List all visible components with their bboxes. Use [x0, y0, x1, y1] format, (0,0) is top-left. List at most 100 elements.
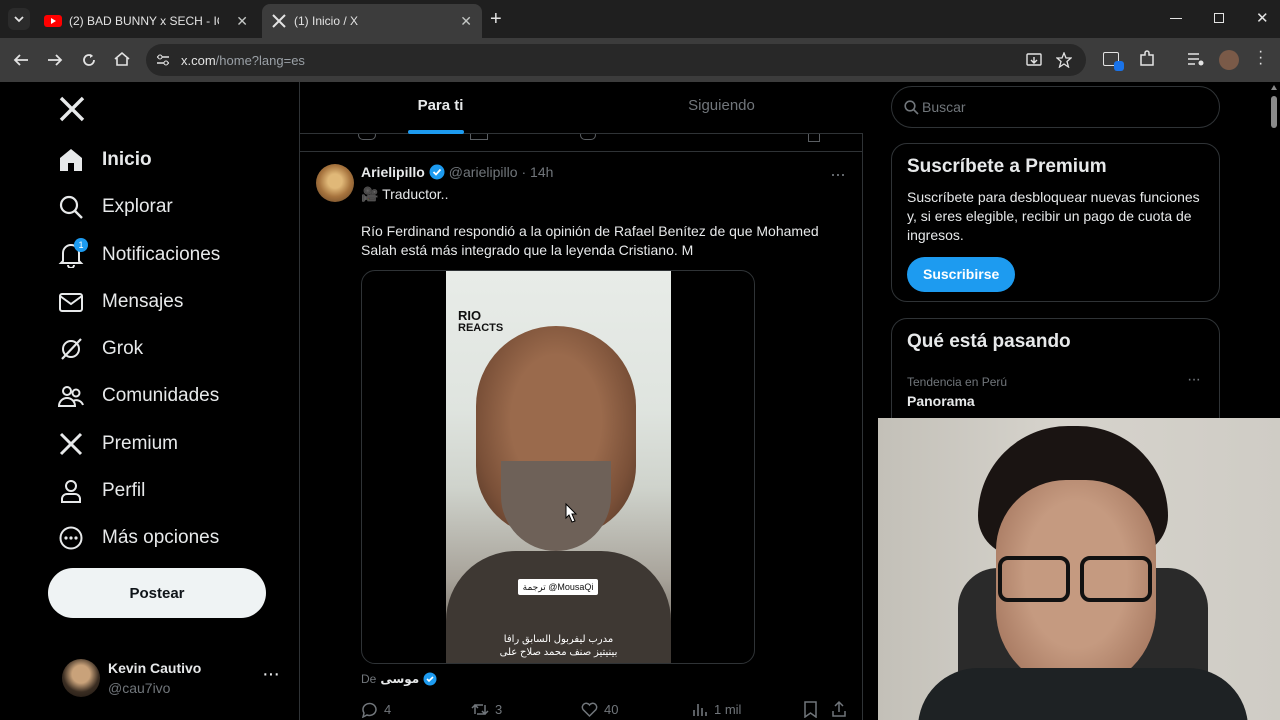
sidebar-item-inicio[interactable]: Inicio: [58, 142, 152, 178]
sidebar-item-grok[interactable]: Grok: [58, 331, 143, 367]
sidebar-item-mensajes[interactable]: Mensajes: [58, 284, 183, 320]
heart-icon: [581, 702, 598, 718]
tweet-author-avatar[interactable]: [316, 164, 354, 202]
profile-avatar[interactable]: [1219, 50, 1239, 70]
account-more-icon[interactable]: ···: [262, 663, 280, 686]
x-logo-icon[interactable]: [59, 96, 85, 122]
views-chart-icon: [693, 704, 707, 716]
sidebar-item-notificaciones[interactable]: 1 Notificaciones: [58, 237, 220, 273]
search-icon: [59, 195, 83, 219]
sidebar-item-label: Grok: [102, 338, 144, 359]
views-count: 1 mil: [714, 702, 742, 717]
communities-icon: [58, 386, 84, 407]
sidebar-item-mas-opciones[interactable]: Más opciones: [58, 520, 219, 556]
puzzle-icon[interactable]: [1138, 50, 1156, 68]
install-app-icon[interactable]: [1026, 52, 1042, 68]
like-button[interactable]: 40: [581, 701, 618, 718]
search-icon: [904, 100, 919, 115]
repost-icon: [471, 703, 489, 716]
close-window-button[interactable]: ✕: [1256, 9, 1269, 27]
bookmark-star-icon[interactable]: [1056, 52, 1072, 68]
forward-arrow-icon[interactable]: [46, 51, 64, 69]
trend-context: Tendencia en Perú: [907, 375, 1008, 389]
views-button[interactable]: 1 mil: [691, 701, 741, 718]
sidebar-item-label: Notificaciones: [102, 244, 221, 265]
trend-item[interactable]: Tendencia en Perú Panorama ···: [907, 371, 1207, 409]
sidebar-item-explorar[interactable]: Explorar: [58, 189, 173, 225]
extension-icon[interactable]: [1103, 52, 1124, 71]
tab-list-dropdown-button[interactable]: [8, 8, 30, 30]
sidebar: Inicio Explorar 1 Notificaciones Mensaje…: [0, 82, 298, 720]
x-logo-icon: [59, 432, 83, 456]
like-count: 40: [604, 702, 619, 717]
sidebar-item-perfil[interactable]: Perfil: [58, 473, 145, 509]
trend-topic: Panorama: [907, 393, 975, 409]
tweet-source: De موسى: [361, 672, 437, 686]
tab-title: (1) Inicio / X: [294, 14, 359, 28]
reply-icon: [361, 702, 377, 718]
sidebar-item-label: Perfil: [102, 480, 146, 501]
new-tab-button[interactable]: +: [490, 8, 502, 31]
address-bar[interactable]: x.com/home?lang=es: [146, 44, 1086, 76]
repost-button[interactable]: 3: [471, 701, 502, 718]
trends-title: Qué está pasando: [907, 331, 1071, 352]
sidebar-item-label: Premium: [102, 433, 179, 454]
tweet-video[interactable]: RIO REACTS ترجمة @MousaQi مدرب ليفربول ا…: [361, 270, 755, 664]
trend-more-icon[interactable]: ···: [1187, 371, 1201, 389]
reply-count: 4: [384, 702, 392, 717]
more-circle-icon: [59, 526, 83, 550]
subscribe-button[interactable]: Suscribirse: [907, 257, 1016, 292]
home-icon: [60, 149, 82, 171]
sidebar-item-comunidades[interactable]: Comunidades: [58, 378, 219, 414]
source-name[interactable]: موسى: [380, 672, 419, 686]
home-icon[interactable]: [113, 50, 131, 68]
video-logo-line: REACTS: [458, 322, 504, 334]
tab-para-ti[interactable]: Para ti: [300, 82, 581, 134]
media-control-icon[interactable]: [1187, 51, 1205, 67]
video-subject-beard: [501, 461, 611, 551]
video-caption: مدرب ليفربول السابق رافا بينيتيز صنف محم…: [446, 633, 671, 659]
grok-icon: [61, 338, 82, 360]
close-tab-icon[interactable]: ✕: [460, 13, 472, 30]
video-caption-line: مدرب ليفربول السابق رافا: [503, 634, 614, 645]
share-icon[interactable]: [831, 700, 847, 718]
active-tab-indicator: [408, 130, 464, 134]
reply-button[interactable]: 4: [361, 701, 391, 718]
webcam-glasses-left: [998, 556, 1070, 602]
scrollbar-thumb[interactable]: [1271, 96, 1277, 128]
tweet-author-name[interactable]: Arielipillo: [361, 164, 425, 180]
sidebar-item-label: Inicio: [102, 149, 152, 170]
tweet-author-handle[interactable]: @arielipillo: [449, 164, 518, 180]
browser-tab-x[interactable]: (1) Inicio / X ✕: [262, 4, 482, 38]
repost-count: 3: [495, 702, 503, 717]
from-label: De: [361, 672, 377, 686]
back-arrow-icon[interactable]: [12, 51, 30, 69]
sidebar-item-premium[interactable]: Premium: [58, 426, 178, 462]
tab-title: (2) BAD BUNNY x SECH - IGNORANTE: [69, 14, 219, 28]
minimize-button[interactable]: [1170, 18, 1182, 19]
reload-icon[interactable]: [80, 51, 98, 69]
page-scrollbar[interactable]: [1268, 82, 1280, 418]
restore-button[interactable]: [1214, 13, 1224, 23]
browser-menu-icon[interactable]: · · ·: [1258, 44, 1263, 72]
close-tab-icon[interactable]: ✕: [236, 13, 248, 30]
post-button[interactable]: Postear: [48, 568, 266, 618]
bookmark-icon[interactable]: [803, 701, 818, 718]
tweet[interactable]: Arielipillo @arielipillo · 14h ··· 🎥 Tra…: [300, 152, 863, 720]
search-input[interactable]: Buscar: [891, 86, 1220, 128]
tweet-more-icon[interactable]: ···: [830, 164, 846, 185]
browser-tab-youtube[interactable]: (2) BAD BUNNY x SECH - IGNORANTE ✕: [34, 4, 258, 38]
premium-body: Suscríbete para desbloquear nuevas funci…: [907, 189, 1200, 243]
account-handle: @cau7ivo: [108, 680, 171, 696]
scrollbar-up-arrow[interactable]: [1271, 85, 1277, 90]
account-switcher[interactable]: Kevin Cautivo @cau7ivo ···: [62, 657, 282, 701]
tab-siguiendo[interactable]: Siguiendo: [581, 82, 862, 134]
tweet-time[interactable]: · 14h: [521, 164, 553, 180]
person-icon: [61, 480, 81, 503]
webcam-person-shirt: [918, 668, 1248, 720]
avatar: [62, 659, 100, 697]
site-settings-icon[interactable]: [156, 53, 170, 67]
home-timeline: Para ti Siguiendo Arielipillo @arielipil…: [299, 82, 863, 720]
youtube-icon: [44, 15, 62, 27]
browser-toolbar: x.com/home?lang=es · · ·: [0, 38, 1280, 82]
